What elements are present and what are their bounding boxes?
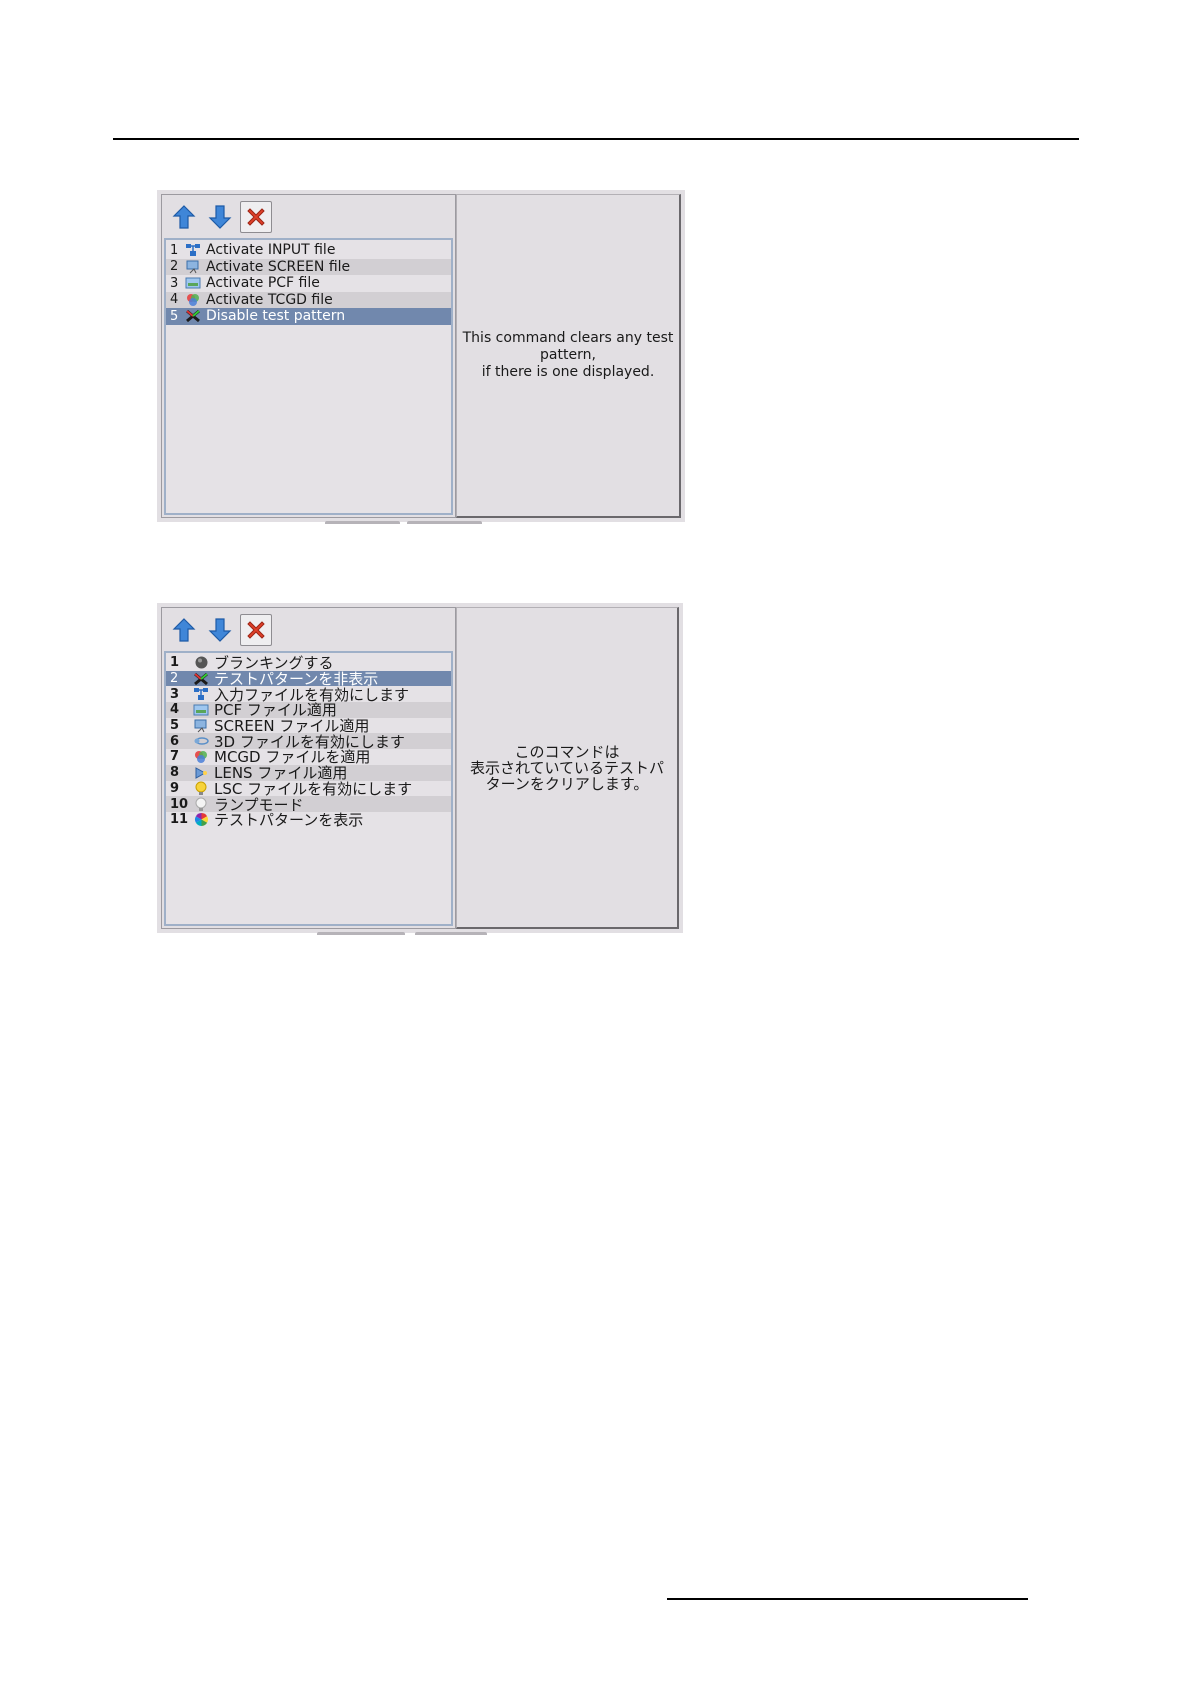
- move-down-button[interactable]: [204, 614, 236, 646]
- input-icon: [192, 687, 210, 702]
- bottom-tab[interactable]: [317, 932, 405, 935]
- list-item-label: ランプモード: [214, 796, 304, 812]
- list-item-label: テストパターンを非表示: [214, 670, 379, 687]
- list-item[interactable]: 9 LSC ファイルを有効にします: [166, 781, 451, 797]
- test-pattern-off-icon: [192, 671, 210, 686]
- list-item-label: PCF ファイル適用: [214, 702, 337, 718]
- list-item[interactable]: 7 MCGD ファイルを適用: [166, 749, 451, 765]
- blanking-icon: [192, 655, 210, 670]
- list-item-label: Activate TCGD file: [206, 291, 333, 308]
- delete-button[interactable]: [240, 201, 272, 233]
- macro-editor-screenshot-ja: 1 ブランキングする 2 テストパターンを非表示 3 入力ファイルを有効にします…: [157, 603, 683, 935]
- list-toolbar: [168, 199, 272, 235]
- screen-icon: [192, 718, 210, 733]
- move-up-button[interactable]: [168, 201, 200, 233]
- list-item-label: LENS ファイル適用: [214, 764, 348, 781]
- test-pattern-icon: [192, 812, 210, 827]
- list-item[interactable]: 8 LENS ファイル適用: [166, 764, 451, 781]
- delete-x-icon: [247, 208, 265, 226]
- command-list: 1 Activate INPUT file 2 Activate SCREEN …: [164, 238, 453, 515]
- arrow-up-icon: [172, 618, 196, 642]
- list-item-label: テストパターンを表示: [214, 811, 364, 828]
- list-item-label: MCGD ファイルを適用: [214, 749, 371, 765]
- list-item[interactable]: 3 Activate PCF file: [166, 275, 451, 292]
- footer-rule: [667, 1598, 1028, 1600]
- list-toolbar: [168, 612, 272, 648]
- bottom-tab[interactable]: [325, 521, 400, 524]
- 3d-icon: [192, 734, 210, 749]
- description-panel: This command clears any test pattern, if…: [456, 194, 681, 518]
- command-list: 1 ブランキングする 2 テストパターンを非表示 3 入力ファイルを有効にします…: [164, 651, 453, 926]
- screen-icon: [184, 259, 202, 274]
- tcgd-icon: [184, 292, 202, 307]
- list-item-label: Activate INPUT file: [206, 242, 336, 259]
- bottom-tab[interactable]: [407, 521, 482, 524]
- list-item-label: 入力ファイルを有効にします: [214, 686, 410, 703]
- mcgd-icon: [192, 749, 210, 764]
- arrow-down-icon: [208, 205, 232, 229]
- list-item[interactable]: 4 PCF ファイル適用: [166, 702, 451, 718]
- list-item[interactable]: 2 Activate SCREEN file: [166, 258, 451, 275]
- command-description: このコマンドは 表示されていているテストパ ターンをクリアします。: [469, 742, 665, 793]
- list-item-label: LSC ファイルを有効にします: [214, 780, 413, 797]
- test-pattern-off-icon: [184, 309, 202, 324]
- list-item-selected[interactable]: 5 Disable test pattern: [166, 308, 451, 325]
- move-up-button[interactable]: [168, 614, 200, 646]
- list-item-label: 3D ファイルを有効にします: [214, 733, 405, 750]
- list-item-label: Activate PCF file: [206, 275, 320, 292]
- description-panel: このコマンドは 表示されていているテストパ ターンをクリアします。: [456, 607, 679, 929]
- command-list-panel: 1 ブランキングする 2 テストパターンを非表示 3 入力ファイルを有効にします…: [161, 607, 456, 929]
- list-item-label: ブランキングする: [214, 655, 334, 671]
- lamp-icon: [192, 797, 210, 812]
- list-item[interactable]: 5 SCREEN ファイル適用: [166, 718, 451, 734]
- list-item[interactable]: 11 テストパターンを表示: [166, 812, 451, 828]
- lsc-icon: [192, 781, 210, 796]
- delete-x-icon: [247, 621, 265, 639]
- arrow-down-icon: [208, 618, 232, 642]
- list-item[interactable]: 10 ランプモード: [166, 796, 451, 812]
- list-item[interactable]: 4 Activate TCGD file: [166, 291, 451, 308]
- list-item-label: SCREEN ファイル適用: [214, 717, 370, 734]
- input-icon: [184, 243, 202, 258]
- command-list-panel: 1 Activate INPUT file 2 Activate SCREEN …: [161, 194, 456, 518]
- list-item-label: Disable test pattern: [206, 308, 346, 325]
- header-rule: [113, 138, 1079, 140]
- arrow-up-icon: [172, 205, 196, 229]
- pcf-icon: [184, 276, 202, 291]
- list-item-selected[interactable]: 2 テストパターンを非表示: [166, 670, 451, 687]
- pcf-icon: [192, 702, 210, 717]
- list-item[interactable]: 1 ブランキングする: [166, 655, 451, 671]
- command-description: This command clears any test pattern, if…: [462, 330, 674, 380]
- lens-icon: [192, 765, 210, 780]
- list-item[interactable]: 1 Activate INPUT file: [166, 242, 451, 259]
- move-down-button[interactable]: [204, 201, 236, 233]
- list-item-label: Activate SCREEN file: [206, 258, 351, 275]
- bottom-tab[interactable]: [415, 932, 487, 935]
- list-item[interactable]: 3 入力ファイルを有効にします: [166, 686, 451, 702]
- list-item[interactable]: 6 3D ファイルを有効にします: [166, 733, 451, 750]
- macro-editor-screenshot-en: 1 Activate INPUT file 2 Activate SCREEN …: [157, 190, 685, 524]
- delete-button[interactable]: [240, 614, 272, 646]
